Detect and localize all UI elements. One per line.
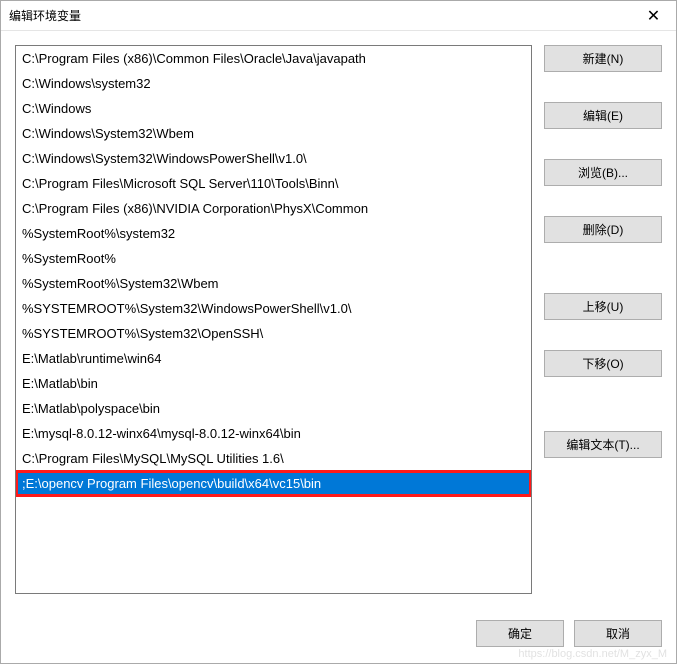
list-item[interactable]: %SYSTEMROOT%\System32\WindowsPowerShell\… xyxy=(16,296,531,321)
list-item[interactable]: E:\Matlab\bin xyxy=(16,371,531,396)
list-item[interactable]: E:\Matlab\runtime\win64 xyxy=(16,346,531,371)
delete-button[interactable]: 删除(D) xyxy=(544,216,662,243)
edit-button[interactable]: 编辑(E) xyxy=(544,102,662,129)
close-icon: ✕ xyxy=(647,6,660,26)
content-area: C:\Program Files (x86)\Common Files\Orac… xyxy=(1,31,676,608)
new-button[interactable]: 新建(N) xyxy=(544,45,662,72)
list-item[interactable]: C:\Windows\System32\WindowsPowerShell\v1… xyxy=(16,146,531,171)
list-item[interactable]: ;E:\opencv Program Files\opencv\build\x6… xyxy=(16,471,531,496)
button-column: 新建(N) 编辑(E) 浏览(B)... 删除(D) 上移(U) 下移(O) 编… xyxy=(544,45,662,594)
footer: 确定 取消 xyxy=(1,608,676,663)
list-item[interactable]: %SystemRoot%\System32\Wbem xyxy=(16,271,531,296)
list-item[interactable]: E:\mysql-8.0.12-winx64\mysql-8.0.12-winx… xyxy=(16,421,531,446)
cancel-button[interactable]: 取消 xyxy=(574,620,662,647)
list-item[interactable]: C:\Program Files (x86)\NVIDIA Corporatio… xyxy=(16,196,531,221)
titlebar: 编辑环境变量 ✕ xyxy=(1,1,676,31)
list-item[interactable]: C:\Program Files\MySQL\MySQL Utilities 1… xyxy=(16,446,531,471)
close-button[interactable]: ✕ xyxy=(631,1,676,31)
dialog-window: 编辑环境变量 ✕ C:\Program Files (x86)\Common F… xyxy=(0,0,677,664)
list-item[interactable]: C:\Program Files\Microsoft SQL Server\11… xyxy=(16,171,531,196)
list-item[interactable]: %SystemRoot% xyxy=(16,246,531,271)
list-item[interactable]: C:\Windows xyxy=(16,96,531,121)
move-down-button[interactable]: 下移(O) xyxy=(544,350,662,377)
list-item[interactable]: %SYSTEMROOT%\System32\OpenSSH\ xyxy=(16,321,531,346)
edit-text-button[interactable]: 编辑文本(T)... xyxy=(544,431,662,458)
dialog-title: 编辑环境变量 xyxy=(9,7,631,24)
ok-button[interactable]: 确定 xyxy=(476,620,564,647)
path-list[interactable]: C:\Program Files (x86)\Common Files\Orac… xyxy=(15,45,532,594)
list-item[interactable]: C:\Windows\system32 xyxy=(16,71,531,96)
move-up-button[interactable]: 上移(U) xyxy=(544,293,662,320)
list-item[interactable]: %SystemRoot%\system32 xyxy=(16,221,531,246)
list-item[interactable]: C:\Program Files (x86)\Common Files\Orac… xyxy=(16,46,531,71)
browse-button[interactable]: 浏览(B)... xyxy=(544,159,662,186)
list-item[interactable]: E:\Matlab\polyspace\bin xyxy=(16,396,531,421)
list-item[interactable]: C:\Windows\System32\Wbem xyxy=(16,121,531,146)
